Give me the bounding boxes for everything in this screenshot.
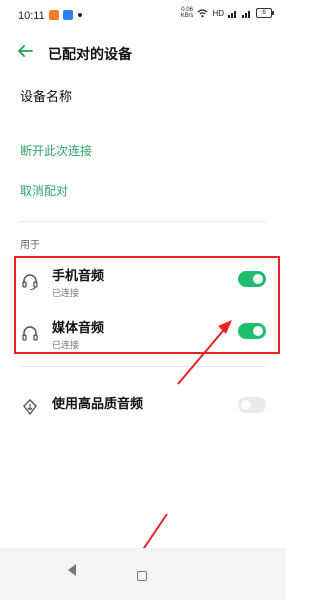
nav-back-icon[interactable] [68, 564, 76, 576]
annotation-arrow [177, 320, 232, 385]
annotation-arrows [134, 320, 232, 563]
navigation-bar [0, 548, 286, 600]
nav-home-icon[interactable] [137, 571, 147, 581]
